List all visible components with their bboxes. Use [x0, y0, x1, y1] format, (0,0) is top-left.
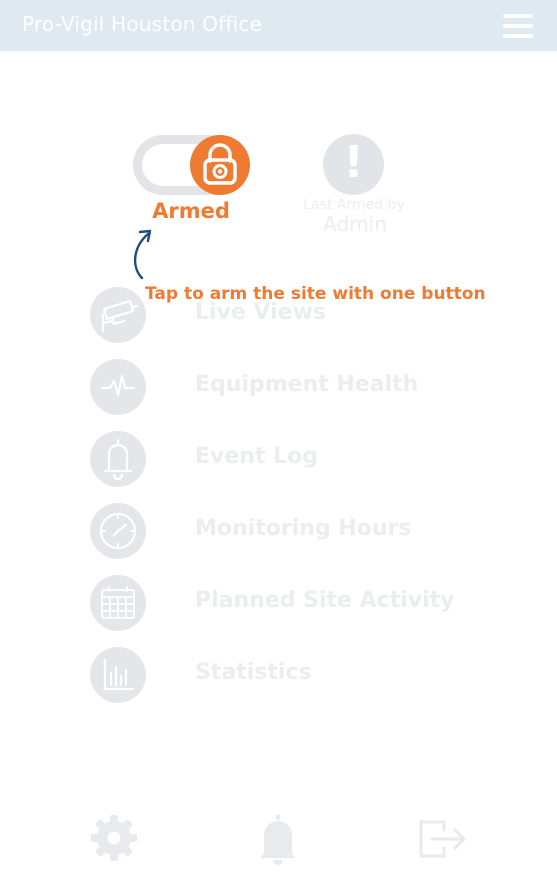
notifications-bell-icon[interactable] [250, 810, 306, 866]
clock-icon [90, 503, 146, 559]
menu-item-label: Live Views [195, 300, 327, 325]
top-bar: Pro-Vigil Houston Office [0, 0, 557, 51]
lock-camera-icon [190, 135, 250, 195]
exclamation-icon: ! [323, 134, 384, 195]
menu-item-monitoring-hours[interactable]: Monitoring Hours [90, 503, 490, 559]
arm-toggle-switch[interactable] [133, 135, 250, 195]
menu-item-equipment-health[interactable]: Equipment Health [90, 359, 490, 415]
menu-item-planned-site-activity[interactable]: Planned Site Activity [90, 575, 490, 631]
calendar-icon [90, 575, 146, 631]
menu-item-live-views[interactable]: Live Views [90, 287, 490, 343]
bar-chart-icon [90, 647, 146, 703]
arm-state-label: Armed [152, 199, 230, 223]
menu-item-label: Statistics [195, 660, 312, 685]
last-armed-user: Admin [323, 212, 387, 236]
app-screen: Pro-Vigil Houston Office Armed ! Last Ar… [0, 0, 557, 892]
logout-icon[interactable] [414, 810, 470, 866]
bell-icon [90, 431, 146, 487]
hamburger-menu-icon[interactable] [500, 12, 536, 40]
menu-item-label: Equipment Health [195, 372, 419, 397]
security-camera-icon [90, 287, 146, 343]
heartbeat-icon [90, 359, 146, 415]
settings-gear-icon[interactable] [86, 810, 142, 866]
site-title: Pro-Vigil Houston Office [22, 12, 263, 36]
menu-item-label: Event Log [195, 444, 319, 469]
menu-item-label: Monitoring Hours [195, 516, 412, 541]
menu-item-label: Planned Site Activity [195, 588, 455, 613]
last-armed-label: Last Armed by [303, 197, 405, 213]
curved-arrow-icon [134, 229, 152, 280]
menu-item-statistics[interactable]: Statistics [90, 647, 490, 703]
menu-item-event-log[interactable]: Event Log [90, 431, 490, 487]
